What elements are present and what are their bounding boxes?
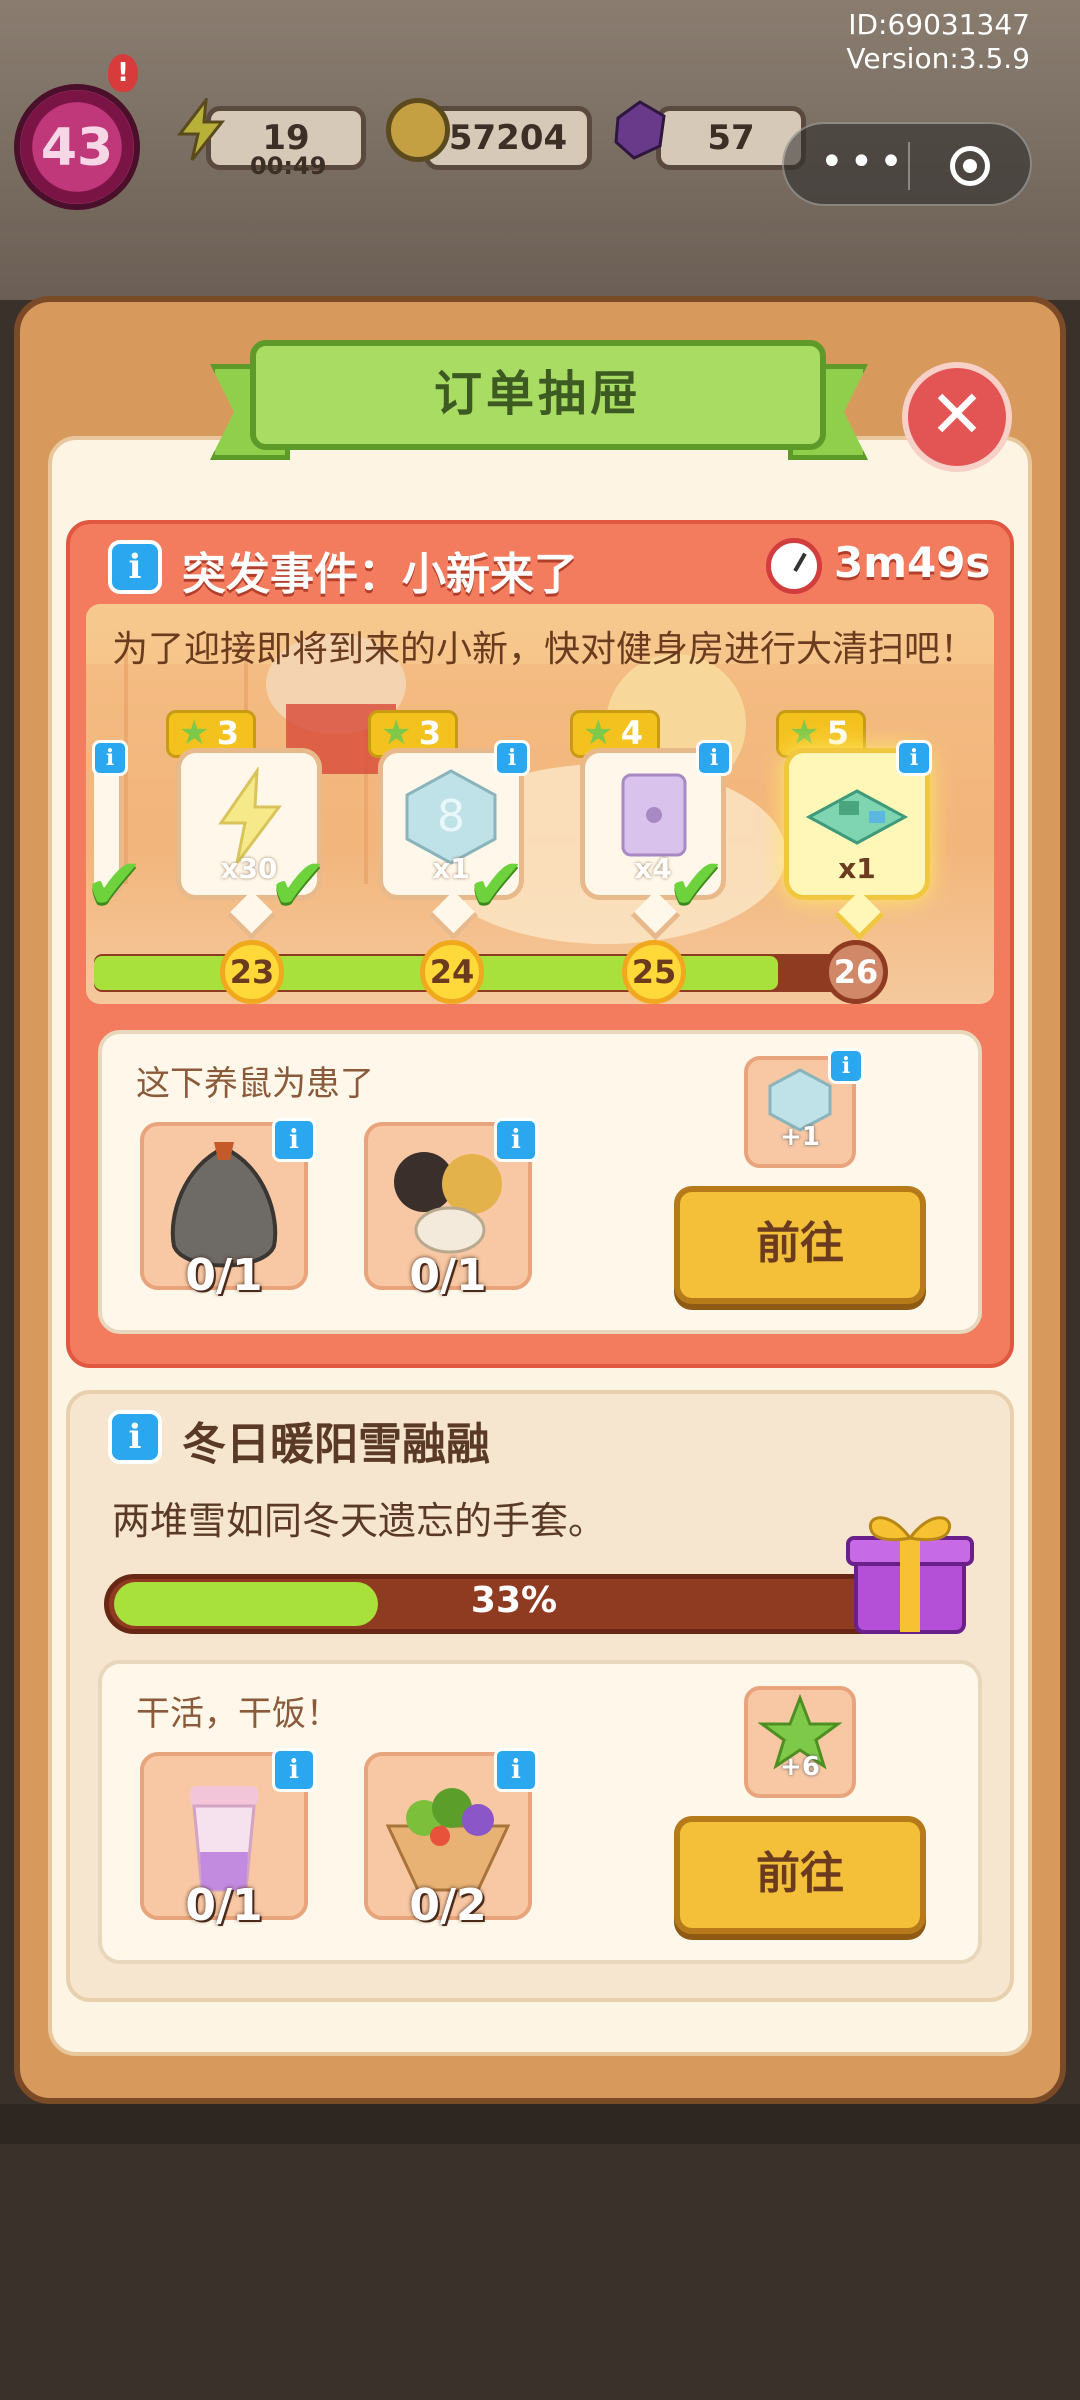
task-reward-count: +1 xyxy=(780,1122,820,1152)
event-timer: 3m49s xyxy=(834,538,991,587)
winter-progress-label: 33% xyxy=(470,1580,558,1621)
check-icon: ✔ xyxy=(84,842,145,926)
check-icon: ✔ xyxy=(466,842,527,926)
task-item-count: 0/1 xyxy=(409,1250,487,1301)
reward-info-icon[interactable]: i xyxy=(828,1048,864,1084)
dialog-title-banner: 订单抽屉 xyxy=(250,340,826,450)
task-item-count: 0/1 xyxy=(185,1250,263,1301)
exit-target-icon[interactable] xyxy=(950,146,990,186)
event-task-title: 这下养鼠为患了 xyxy=(136,1064,374,1104)
gem-value: 57 xyxy=(707,118,755,158)
item-info-icon[interactable]: i xyxy=(494,1118,538,1162)
capsule-divider xyxy=(908,142,910,190)
level-node-locked: 26 xyxy=(824,940,888,1004)
build-info: ID:69031347 Version:3.5.9 xyxy=(846,8,1030,76)
coin-value: 57204 xyxy=(448,118,568,158)
version-text: Version:3.5.9 xyxy=(846,42,1030,75)
svg-text:8: 8 xyxy=(437,791,465,842)
reward-info-icon[interactable]: i xyxy=(696,740,732,776)
energy-timer: 00:49 xyxy=(250,152,327,180)
go-button[interactable]: 前往 xyxy=(674,1816,926,1934)
task-reward-count: +6 xyxy=(780,1752,820,1782)
gem-icon xyxy=(608,98,672,162)
miniprogram-capsule: ••• xyxy=(782,122,1032,206)
winter-task-title: 干活，干饭！ xyxy=(136,1694,340,1734)
reward-info-icon[interactable]: i xyxy=(92,740,128,776)
lightning-icon xyxy=(170,94,234,162)
winter-title: 冬日暖阳雪融融 xyxy=(182,1419,490,1470)
clock-icon xyxy=(766,538,822,594)
player-level: 43 xyxy=(40,118,114,178)
close-button[interactable]: ✕ xyxy=(902,362,1012,472)
coin-icon xyxy=(386,98,450,162)
item-info-icon[interactable]: i xyxy=(494,1748,538,1792)
dialog-title: 订单抽屉 xyxy=(433,366,642,422)
bottom-bar xyxy=(0,2104,1080,2144)
task-item-count: 0/2 xyxy=(409,1880,487,1931)
reward-info-icon[interactable]: i xyxy=(494,740,530,776)
item-info-icon[interactable]: i xyxy=(272,1118,316,1162)
reward-qty: x1 xyxy=(838,852,876,885)
close-icon: ✕ xyxy=(929,376,985,453)
go-button[interactable]: 前往 xyxy=(674,1186,926,1304)
event-title: 突发事件：小新来了 xyxy=(182,549,578,600)
check-icon: ✔ xyxy=(666,842,727,926)
gift-box-icon[interactable] xyxy=(838,1498,978,1638)
winter-info-icon[interactable]: i xyxy=(108,1410,162,1464)
item-info-icon[interactable]: i xyxy=(272,1748,316,1792)
alert-icon: ! xyxy=(108,54,138,92)
player-id: ID:69031347 xyxy=(848,8,1030,41)
winter-description: 两堆雪如同冬天遗忘的手套。 xyxy=(112,1499,607,1543)
more-menu-icon[interactable]: ••• xyxy=(820,142,909,182)
reward-info-icon[interactable]: i xyxy=(896,740,932,776)
level-node: 23 xyxy=(220,940,284,1004)
check-icon: ✔ xyxy=(268,842,329,926)
coin-counter[interactable]: 57204 xyxy=(424,106,592,170)
level-node: 24 xyxy=(420,940,484,1004)
player-level-badge[interactable]: 43 xyxy=(14,84,140,210)
event-info-icon[interactable]: i xyxy=(108,540,162,594)
level-node: 25 xyxy=(622,940,686,1004)
event-description: 为了迎接即将到来的小新，快对健身房进行大清扫吧！ xyxy=(112,629,977,670)
task-item-count: 0/1 xyxy=(185,1880,263,1931)
